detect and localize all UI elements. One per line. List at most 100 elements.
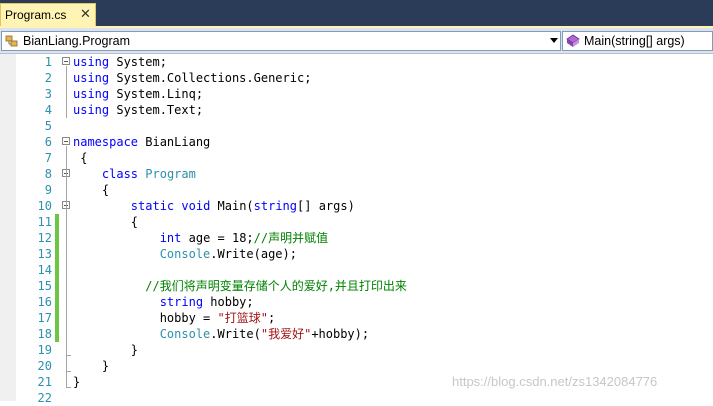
code-text: using System;	[73, 54, 167, 70]
line-number: 7	[44, 151, 52, 165]
close-icon[interactable]: ✕	[80, 7, 91, 23]
line-number: 6	[44, 135, 52, 149]
code-line[interactable]: 10 static void Main(string[] args)	[0, 198, 713, 214]
collapse-icon[interactable]	[62, 57, 70, 65]
code-line[interactable]: 18 Console.Write("我爱好"+hobby);	[0, 326, 713, 342]
code-text: //我们将声明变量存储个人的爱好,并且打印出来	[73, 278, 407, 294]
code-line[interactable]: 19 }	[0, 342, 713, 358]
line-number: 14	[37, 263, 52, 277]
code-token: static	[130, 199, 175, 213]
code-token: int	[159, 231, 182, 245]
line-number: 3	[44, 87, 52, 101]
collapse-icon[interactable]	[62, 137, 70, 145]
code-token: using	[73, 71, 110, 85]
change-indicator	[55, 326, 59, 342]
code-line[interactable]: 13 Console.Write(age);	[0, 246, 713, 262]
code-token: string	[159, 295, 204, 309]
change-indicator	[55, 294, 59, 310]
code-text: using System.Collections.Generic;	[73, 70, 311, 86]
code-token: hobby =	[73, 311, 218, 325]
code-text: {	[73, 214, 138, 230]
code-editor[interactable]: 1 using System; 2 using System.Collections.…	[0, 54, 713, 405]
code-token: BianLiang	[138, 135, 211, 149]
code-token: "打篮球"	[217, 311, 268, 325]
code-line[interactable]: 2 using System.Collections.Generic;	[0, 70, 713, 86]
outline-guide-method	[66, 210, 67, 355]
code-token: namespace	[73, 135, 139, 149]
code-line[interactable]: 9 {	[0, 182, 713, 198]
line-number: 4	[44, 103, 52, 117]
code-line[interactable]: 8 class Program	[0, 166, 713, 182]
code-token: System;	[109, 55, 167, 69]
line-number: 1	[44, 55, 52, 69]
code-line[interactable]: 20 }	[0, 358, 713, 374]
code-line[interactable]: 7 {	[0, 150, 713, 166]
change-indicator	[55, 246, 59, 262]
code-line[interactable]: 1 using System;	[0, 54, 713, 70]
code-line[interactable]: 5	[0, 118, 713, 134]
code-text: static void Main(string[] args)	[73, 198, 355, 214]
change-indicator	[55, 230, 59, 246]
line-number: 8	[44, 167, 52, 181]
code-line[interactable]: 15 //我们将声明变量存储个人的爱好,并且打印出来	[0, 278, 713, 294]
tab-title: Program.cs	[5, 8, 67, 22]
code-text: Console.Write("我爱好"+hobby);	[73, 326, 369, 342]
line-number: 2	[44, 71, 52, 85]
member-dropdown[interactable]: Main(string[] args)	[562, 31, 713, 51]
type-dropdown-label: BianLiang.Program	[23, 34, 131, 48]
code-line[interactable]: 6 namespace BianLiang	[0, 134, 713, 150]
line-number: 9	[44, 183, 52, 197]
code-line[interactable]: 12 int age = 18;//声明并赋值	[0, 230, 713, 246]
code-token: using	[73, 55, 110, 69]
line-number: 21	[37, 375, 52, 389]
code-text: }	[73, 342, 138, 358]
change-indicator	[55, 278, 59, 294]
code-token: using	[73, 103, 110, 117]
code-token: age = 18;	[181, 231, 254, 245]
code-line[interactable]: 11 {	[0, 214, 713, 230]
code-token: //我们将声明变量存储个人的爱好,并且打印出来	[145, 279, 407, 293]
code-token: class	[101, 167, 139, 181]
line-number: 5	[44, 119, 52, 133]
code-text: }	[73, 374, 80, 390]
code-text: namespace BianLiang	[73, 134, 210, 150]
code-line[interactable]: 17 hobby = "打篮球";	[0, 310, 713, 326]
code-token: +hobby);	[311, 327, 370, 341]
code-token: [] args)	[297, 199, 355, 213]
code-token: System.Linq;	[109, 87, 204, 101]
outline-end-class	[66, 371, 71, 372]
change-indicator	[55, 214, 59, 230]
line-number: 12	[37, 231, 52, 245]
member-dropdown-label: Main(string[] args)	[584, 34, 685, 48]
code-token: {	[73, 215, 139, 229]
line-number: 13	[37, 247, 52, 261]
code-token: ;	[267, 311, 276, 325]
type-dropdown[interactable]: BianLiang.Program	[1, 31, 561, 51]
code-line[interactable]: 14	[0, 262, 713, 278]
code-token: System.Collections.Generic;	[109, 71, 312, 85]
outline-end-namespace	[66, 387, 71, 388]
document-tab-strip: Program.cs ✕	[0, 0, 713, 28]
code-line[interactable]: 4 using System.Text;	[0, 102, 713, 118]
code-token: {	[73, 183, 110, 197]
outline-guide-using	[66, 66, 67, 118]
line-number: 22	[37, 391, 52, 405]
code-token: }	[73, 343, 139, 357]
code-line[interactable]: 16 string hobby;	[0, 294, 713, 310]
code-line[interactable]: 3 using System.Linq;	[0, 86, 713, 102]
change-indicator	[55, 262, 59, 278]
tab-program-cs[interactable]: Program.cs ✕	[0, 3, 96, 26]
navigation-bar: BianLiang.Program Main(string[] args)	[0, 28, 713, 54]
chevron-down-icon[interactable]	[550, 38, 558, 43]
code-token: string	[253, 199, 298, 213]
code-text: using System.Linq;	[73, 86, 203, 102]
code-line[interactable]: 22	[0, 390, 713, 406]
code-token: Console	[159, 327, 211, 341]
code-text: {	[73, 182, 109, 198]
code-token: Main(	[210, 199, 254, 213]
